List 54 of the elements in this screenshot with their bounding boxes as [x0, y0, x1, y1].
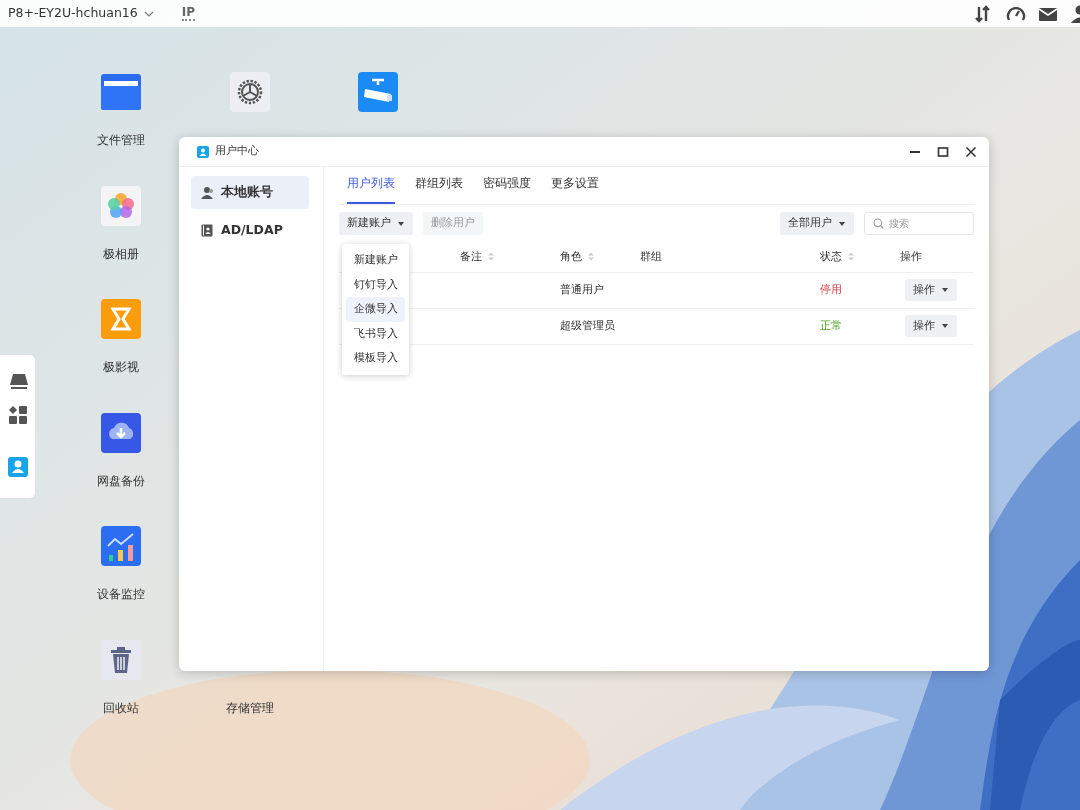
window-title: 用户中心 [215, 143, 259, 160]
app-label[interactable]: 设备监控 [97, 585, 145, 604]
sidebar-item[interactable]: AD/LDAP [191, 214, 309, 247]
user-icon [197, 145, 209, 158]
app-label[interactable]: 网盘备份 [97, 471, 145, 490]
chart-icon[interactable] [101, 526, 141, 567]
tab[interactable]: 更多设置 [551, 174, 599, 204]
column-header[interactable]: 状态 [820, 249, 842, 263]
caret-icon [838, 220, 846, 227]
action-dropdown[interactable]: 操作 [905, 314, 957, 338]
drive-icon[interactable] [7, 371, 28, 391]
search-field[interactable]: 搜索 [864, 212, 974, 235]
column-header: 群组 [640, 249, 662, 263]
menu-item[interactable]: 企微导入 [346, 297, 405, 322]
table-cell: 超级管理员 [560, 318, 615, 332]
menu-item[interactable]: 模板导入 [346, 346, 405, 371]
app-tile-icon[interactable] [101, 299, 141, 340]
close-icon[interactable] [965, 145, 977, 158]
apps-icon[interactable] [7, 405, 28, 425]
tab[interactable]: 用户列表 [347, 174, 395, 204]
user-filter-dropdown[interactable]: 全部用户 [780, 212, 854, 235]
chevron-down-icon[interactable] [143, 9, 154, 18]
column-header[interactable]: 备注 [460, 249, 482, 263]
column-header: 操作 [900, 249, 922, 263]
folder-icon[interactable] [101, 72, 141, 112]
tab[interactable]: 密码强度 [483, 174, 531, 204]
action-dropdown[interactable]: 操作 [905, 278, 957, 302]
app-label[interactable]: 极影视 [103, 358, 139, 377]
status-text: 正常 [820, 318, 842, 332]
gear-icon[interactable] [229, 72, 270, 112]
app-label[interactable]: 存储管理 [225, 699, 274, 717]
flower-icon[interactable] [101, 185, 141, 226]
column-header[interactable]: 角色 [560, 249, 582, 263]
users-icon [201, 186, 213, 199]
maximize-icon[interactable] [937, 145, 949, 158]
tab[interactable]: 群组列表 [415, 174, 463, 204]
caret-icon [941, 287, 949, 293]
menu-item[interactable]: 飞书导入 [346, 321, 405, 346]
menu-item[interactable]: 新建账户 [346, 248, 405, 273]
trash-icon[interactable] [101, 640, 141, 680]
caret-icon [397, 220, 405, 227]
status-text: 停用 [820, 282, 842, 296]
cloud-download-icon[interactable] [101, 412, 141, 453]
ip-label[interactable]: IP [181, 6, 195, 21]
app-label[interactable]: 极相册 [103, 244, 139, 263]
sidebar-item[interactable]: 本地账号 [191, 176, 309, 209]
table-cell: 普通用户 [560, 282, 604, 296]
contact-book-icon [201, 224, 213, 237]
device-name[interactable]: P8+-EY2U-hchuan16 [8, 4, 138, 23]
new-account-button[interactable]: 新建账户 [339, 212, 413, 235]
menu-item[interactable]: 钉钉导入 [346, 272, 405, 297]
app-label[interactable]: 文件管理 [97, 131, 145, 149]
app-label[interactable]: 回收站 [103, 699, 139, 717]
camera-icon[interactable] [358, 72, 398, 112]
